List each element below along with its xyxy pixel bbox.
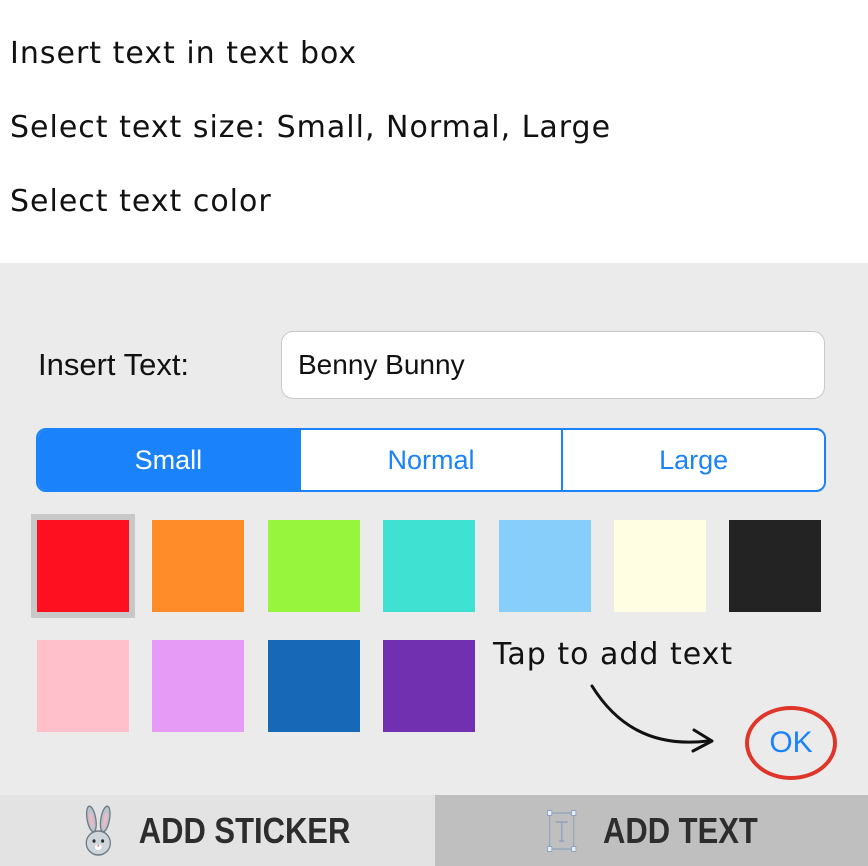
text-frame-icon: [546, 809, 577, 853]
color-swatch-cream[interactable]: [614, 520, 706, 612]
bottom-toolbar: ADD STICKER ADD TEXT: [0, 795, 868, 866]
color-swatch-lavender[interactable]: [152, 640, 244, 732]
instruction-line-1: Insert text in text box: [10, 36, 358, 71]
color-swatch-red[interactable]: [37, 520, 129, 612]
add-sticker-label: ADD STICKER: [139, 809, 351, 851]
tap-to-add-text-hint: Tap to add text: [493, 637, 734, 672]
color-swatch-green[interactable]: [268, 520, 360, 612]
color-swatch-purple[interactable]: [383, 640, 475, 732]
insert-text-label: Insert Text:: [38, 347, 190, 382]
add-text-label: ADD TEXT: [602, 809, 758, 851]
curved-arrow-icon: [590, 684, 714, 753]
instruction-line-3: Select text color: [10, 184, 272, 219]
color-swatch-pink[interactable]: [37, 640, 129, 732]
color-swatch-orange[interactable]: [152, 520, 244, 612]
color-swatch-turquoise[interactable]: [383, 520, 475, 612]
add-text-tab[interactable]: ADD TEXT: [435, 795, 868, 866]
text-size-selector: Small Normal Large: [36, 428, 826, 492]
size-option-normal[interactable]: Normal: [298, 430, 562, 490]
color-swatch-light-blue[interactable]: [499, 520, 591, 612]
instruction-line-2: Select text size: Small, Normal, Large: [10, 110, 612, 145]
color-swatch-black[interactable]: [729, 520, 821, 612]
ok-button[interactable]: OK: [745, 706, 837, 780]
text-options-panel: Insert Text: Small Normal Large Tap to a…: [0, 263, 868, 795]
bunny-icon: [84, 804, 113, 857]
add-sticker-tab[interactable]: ADD STICKER: [0, 795, 435, 866]
color-swatch-blue[interactable]: [268, 640, 360, 732]
insert-text-input[interactable]: [281, 331, 825, 399]
size-option-small[interactable]: Small: [38, 430, 299, 490]
size-option-large[interactable]: Large: [561, 430, 824, 490]
